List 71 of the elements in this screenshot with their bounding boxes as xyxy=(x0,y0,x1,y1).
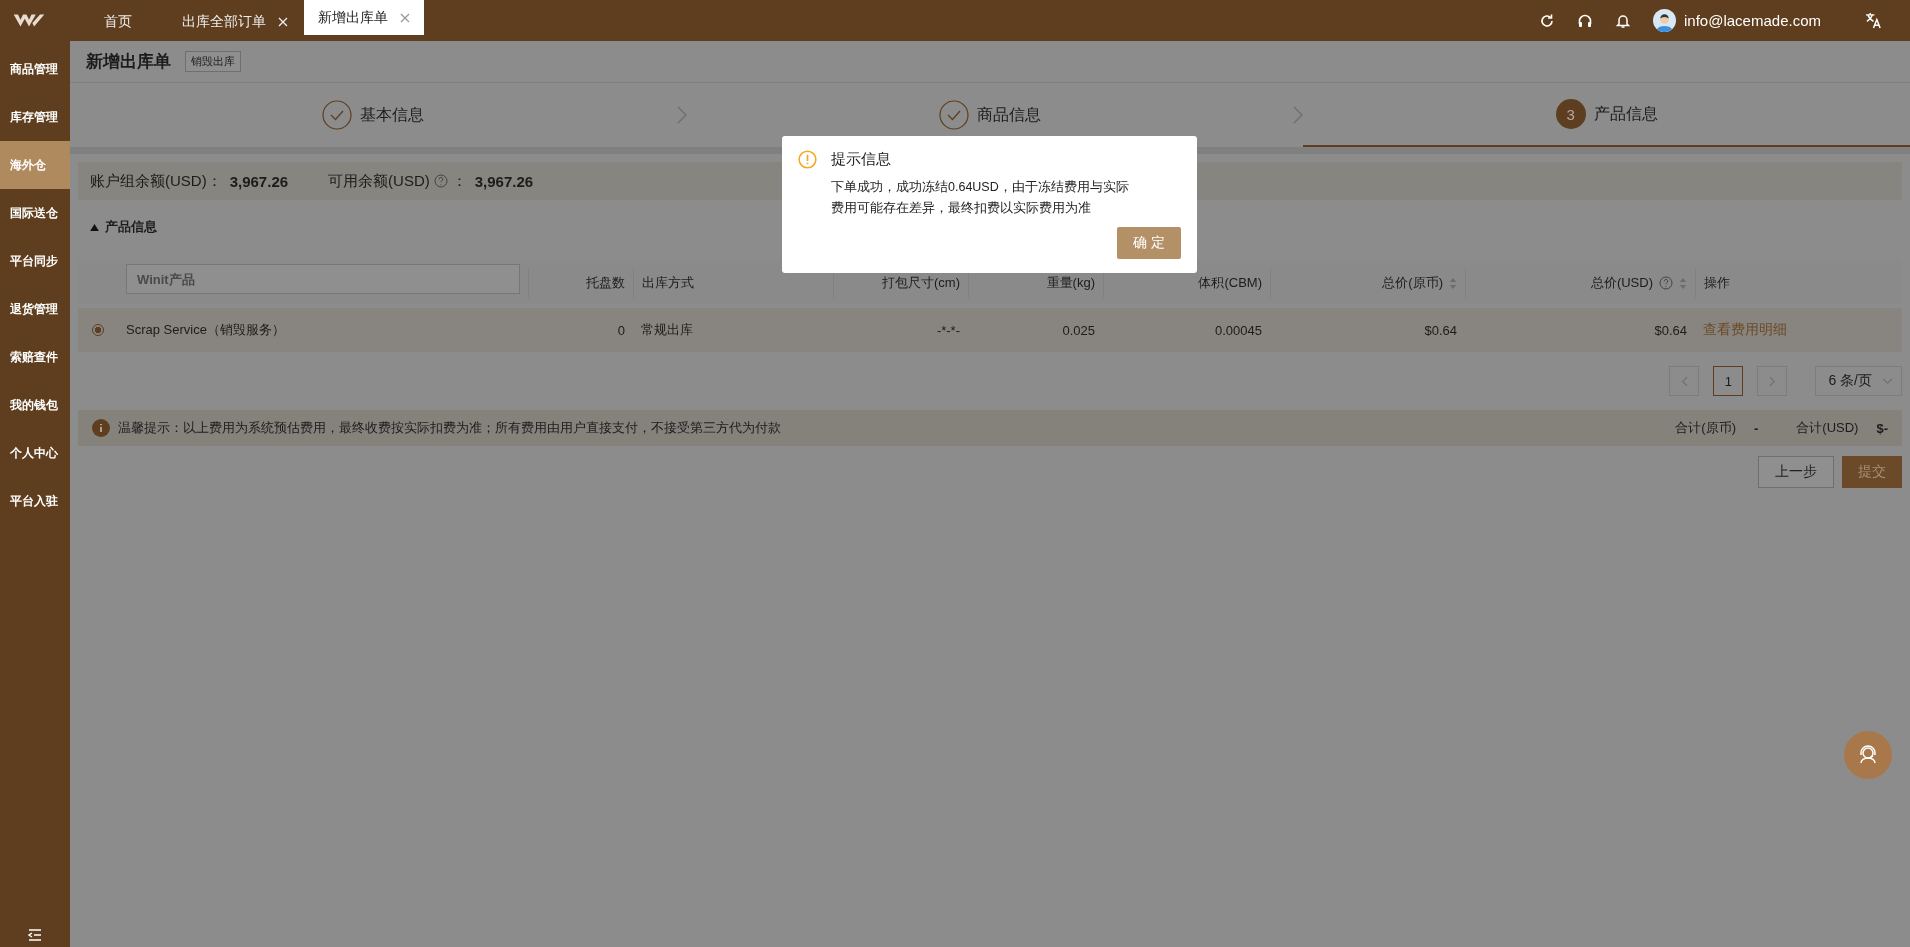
page-size-select[interactable]: 6 条/页 xyxy=(1815,366,1902,396)
search-field[interactable]: Winit产品 xyxy=(126,264,520,294)
page-tab[interactable]: 出库全部订单 xyxy=(166,4,304,40)
page-tab[interactable]: 首页 xyxy=(80,4,166,40)
caret-icon[interactable] xyxy=(90,223,99,231)
sidebar-item[interactable]: 索赔查件 xyxy=(0,333,70,381)
caret-down-icon xyxy=(1882,377,1893,385)
dialog-title: 提示信息 xyxy=(831,150,891,169)
bell-icon[interactable] xyxy=(1615,12,1632,29)
chevron-left-icon xyxy=(1680,375,1688,387)
sidebar-item[interactable]: 平台同步 xyxy=(0,237,70,285)
help-icon[interactable] xyxy=(433,174,448,188)
table-cell: $0.64 xyxy=(1654,322,1687,338)
sidebar-item[interactable]: 退货管理 xyxy=(0,285,70,333)
help-icon[interactable] xyxy=(1659,276,1673,290)
total-label: 合计(USD) xyxy=(1796,419,1859,437)
column-header: 总价(原币) xyxy=(1382,274,1443,292)
column-header: 总价(USD) xyxy=(1590,274,1653,292)
balance-value: 3,967.26 xyxy=(474,172,534,190)
info-icon xyxy=(92,419,110,437)
sidebar-item[interactable]: 个人中心 xyxy=(0,429,70,477)
column-header: 重量(kg) xyxy=(1046,274,1095,292)
chevron-right-icon xyxy=(1293,106,1304,124)
hint-text: 温馨提示：以上费用为系统预估费用，最终收费按实际扣费为准；所有费用由用户直接支付，不接受第三方代为付款 xyxy=(118,419,782,437)
sidebar-item[interactable]: 商品管理 xyxy=(0,45,70,93)
total-label: 合计(原币) xyxy=(1675,419,1736,437)
page-title: 新增出库单 xyxy=(86,51,171,73)
logo-icon xyxy=(12,12,46,29)
support-button[interactable] xyxy=(1844,731,1892,779)
menu-collapse-icon[interactable] xyxy=(28,929,42,941)
table-cell: 常规出库 xyxy=(641,321,693,339)
balance-value: 3,967.26 xyxy=(229,172,289,190)
section-title: 产品信息 xyxy=(105,218,157,236)
sidebar-item[interactable]: 我的钱包 xyxy=(0,381,70,429)
balance-label: ： xyxy=(451,171,467,191)
column-header: 体积(CBM) xyxy=(1198,274,1262,292)
table-cell: 0 xyxy=(617,322,625,338)
user-email[interactable]: info@lacemade.com xyxy=(1684,12,1821,29)
table-cell: 0.00045 xyxy=(1215,322,1262,338)
balance-label: 可用余额(USD) xyxy=(328,171,430,191)
total-value: - xyxy=(1754,420,1759,436)
table-cell: 0.025 xyxy=(1062,322,1095,338)
sidebar-item[interactable]: 库存管理 xyxy=(0,93,70,141)
sidebar-item[interactable]: 国际送仓 xyxy=(0,189,70,237)
sidebar-item[interactable]: 平台入驻 xyxy=(0,477,70,525)
table-cell: $0.64 xyxy=(1424,322,1457,338)
table-cell: -*-*- xyxy=(936,322,960,338)
warning-icon xyxy=(798,150,817,169)
table-cell: Scrap Service（销毁服务） xyxy=(126,321,285,339)
order-type-tag: 销毁出库 xyxy=(185,51,241,72)
balance-label: 账户组余额(USD)： xyxy=(90,171,222,191)
column-header: 操作 xyxy=(1704,274,1730,292)
translate-icon[interactable] xyxy=(1865,12,1882,29)
refresh-icon[interactable] xyxy=(1539,12,1556,29)
step-number: 3 xyxy=(1555,99,1586,129)
headset-icon[interactable] xyxy=(1577,12,1594,29)
step-label: 产品信息 xyxy=(1593,103,1658,124)
chevron-right-icon xyxy=(1768,375,1776,387)
avatar-icon[interactable] xyxy=(1653,9,1677,32)
back-button[interactable]: 上一步 xyxy=(1758,456,1834,488)
dialog-message: 下单成功，成功冻结0.64USD，由于冻结费用与实际费用可能存在差异，最终扣费以实际费用为准 xyxy=(831,179,1130,217)
page-tab[interactable]: 新增出库单 xyxy=(304,0,424,35)
column-header: 出库方式 xyxy=(642,274,694,292)
column-header: 托盘数 xyxy=(586,274,625,292)
chevron-right-icon xyxy=(676,106,687,124)
column-header: 打包尺寸(cm) xyxy=(882,274,960,292)
step-label: 基本信息 xyxy=(360,104,425,125)
step-label: 商品信息 xyxy=(977,104,1041,125)
total-value: $- xyxy=(1876,420,1888,436)
page-number-button[interactable]: 1 xyxy=(1713,366,1744,396)
radio-button[interactable] xyxy=(92,324,104,336)
